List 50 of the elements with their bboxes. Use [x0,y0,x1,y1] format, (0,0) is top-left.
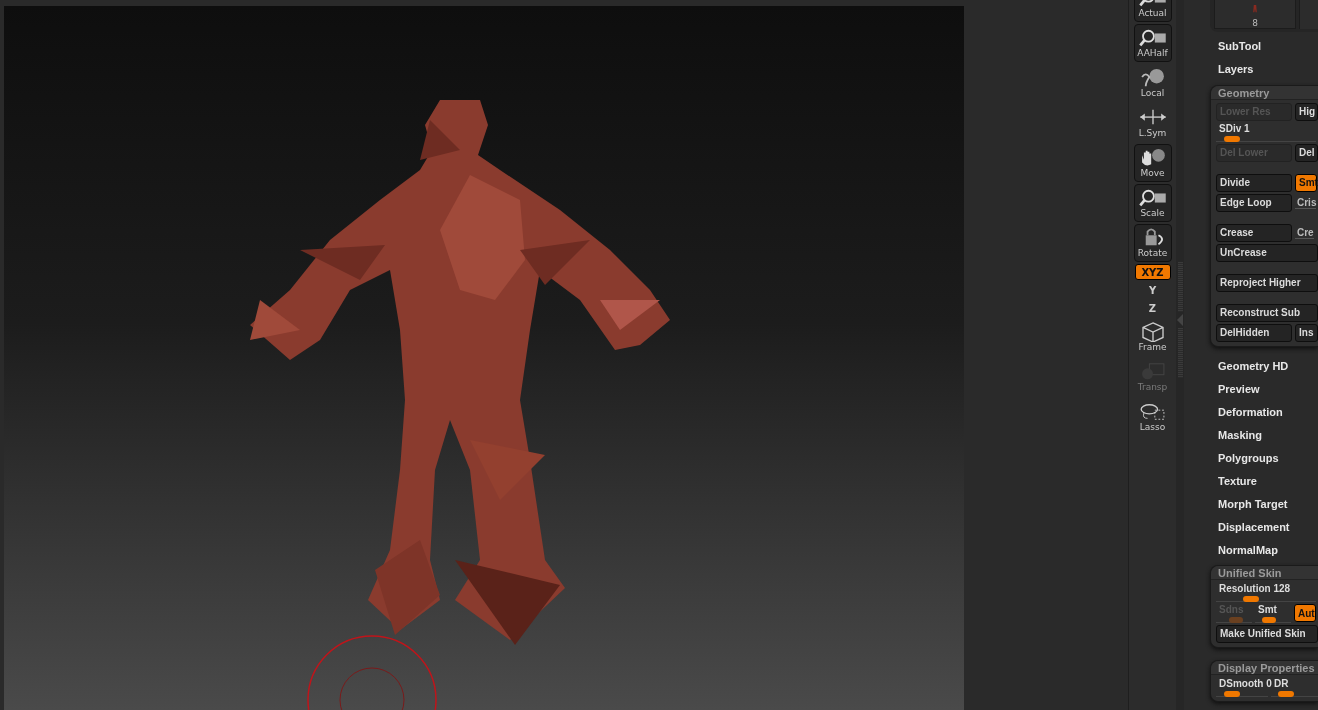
palette-heading[interactable]: Geometry HD [1210,354,1318,378]
slider[interactable]: SDiv 1 [1216,122,1316,142]
panel-title[interactable]: Geometry [1211,85,1318,100]
slider[interactable]: Resolution 128 [1216,582,1316,602]
palette-heading[interactable]: NormalMap [1210,538,1318,561]
cut-label[interactable]: Cre [1295,226,1314,239]
magnifier-icon [1136,28,1169,48]
palette-heading[interactable]: SubTool [1210,35,1318,58]
palette-button[interactable]: Ins [1295,323,1318,342]
palette-button[interactable]: Hig [1295,102,1318,121]
palette-button[interactable]: Reconstruct Sub [1216,303,1318,322]
panel-title[interactable]: Unified Skin [1211,565,1318,580]
panel-collapse-strip[interactable] [1176,0,1184,710]
palette-button[interactable]: Del [1295,143,1318,162]
magnifier-icon [1136,188,1169,208]
palette-heading[interactable]: Texture [1210,469,1318,493]
subtool-thumbnail[interactable]: 8 [1214,0,1296,29]
tool-button[interactable]: Lasso [1133,398,1172,436]
palette-heading[interactable]: Polygroups [1210,446,1318,470]
palette-heading[interactable]: Displacement [1210,515,1318,539]
palette-heading[interactable]: Layers [1210,57,1318,81]
palette-heading[interactable]: Masking [1210,423,1318,447]
palette-button[interactable]: Divide [1216,173,1292,192]
slider[interactable]: DR [1271,677,1318,697]
palette-button[interactable]: DelHidden [1216,323,1292,342]
cut-label[interactable]: Cris [1295,196,1317,209]
palette-button[interactable]: Crease [1216,223,1292,242]
axis-toggle[interactable]: Y [1144,282,1161,298]
palette-button[interactable]: Aut [1294,604,1316,623]
tool-button[interactable]: Frame [1133,318,1172,356]
viewport-canvas[interactable] [4,6,964,710]
tool-button[interactable]: Rotate [1133,224,1172,262]
tool-button[interactable]: Scale [1133,184,1172,222]
slider[interactable]: Smt [1255,603,1291,623]
palette-button[interactable]: Edge Loop [1216,193,1292,212]
palette-heading[interactable]: Morph Target [1210,492,1318,516]
palette-heading[interactable]: Deformation [1210,400,1318,424]
tool-button[interactable]: AAHalf [1133,24,1172,62]
brush-cursor-icon [307,635,437,710]
palette-heading[interactable]: Preview [1210,377,1318,401]
axis-toggle[interactable]: Z [1144,300,1161,316]
axis-toggle[interactable]: XYZ [1134,264,1171,280]
tool-button[interactable]: Local [1133,64,1172,102]
tool-button[interactable]: Actual [1133,0,1172,22]
tool-button[interactable]: Move [1133,144,1172,182]
palette-button[interactable]: UnCrease [1216,243,1318,262]
panel-title[interactable]: Display Properties [1211,660,1318,675]
palette-button[interactable]: Reproject Higher [1216,273,1318,292]
tool-button[interactable]: L.Sym [1133,104,1172,142]
palette-button[interactable]: Make Unified Skin [1216,624,1318,643]
